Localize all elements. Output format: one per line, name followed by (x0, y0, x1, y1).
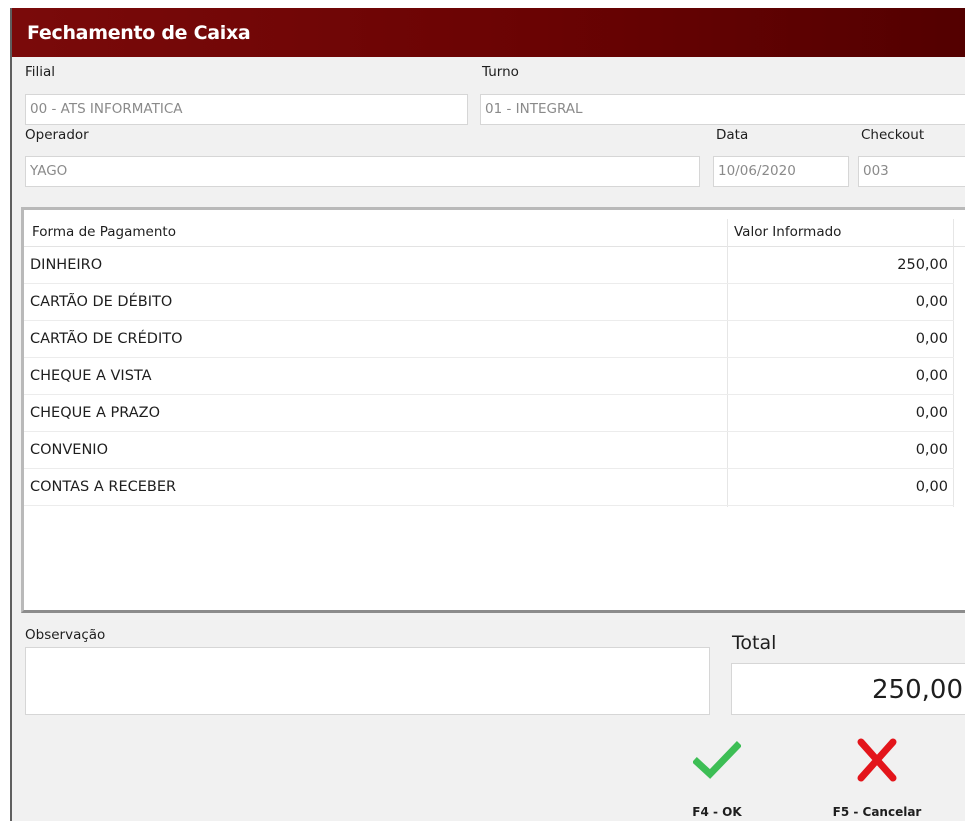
grid-header: Forma de Pagamento Valor Informado (24, 219, 965, 247)
filial-field[interactable]: 00 - ATS INFORMATICA (25, 94, 468, 125)
cancel-button[interactable]: F5 - Cancelar (822, 736, 932, 821)
table-row[interactable]: CONTAS A RECEBER 0,00 (24, 469, 954, 506)
table-row[interactable]: CHEQUE A PRAZO 0,00 (24, 395, 954, 432)
column-header-forma[interactable]: Forma de Pagamento (32, 224, 176, 240)
filial-label: Filial (25, 64, 56, 80)
table-row[interactable]: CHEQUE A VISTA 0,00 (24, 358, 954, 395)
checkout-field[interactable]: 003 (858, 156, 965, 187)
table-row[interactable]: CARTÃO DE DÉBITO 0,00 (24, 284, 954, 321)
forma-cell: CARTÃO DE DÉBITO (30, 294, 173, 310)
check-icon (693, 741, 741, 779)
window-title: Fechamento de Caixa (27, 22, 251, 44)
table-row[interactable]: CARTÃO DE CRÉDITO 0,00 (24, 321, 954, 358)
total-label: Total (732, 632, 777, 654)
observacao-label: Observação (25, 627, 106, 643)
title-bar: Fechamento de Caixa (12, 8, 965, 57)
checkout-label: Checkout (861, 127, 925, 143)
turno-label: Turno (482, 64, 519, 80)
turno-field[interactable]: 01 - INTEGRAL (480, 94, 965, 125)
valor-cell[interactable]: 0,00 (916, 331, 948, 347)
data-field[interactable]: 10/06/2020 (713, 156, 849, 187)
observacao-textarea[interactable] (25, 647, 710, 715)
valor-cell[interactable]: 0,00 (916, 294, 948, 310)
total-field: 250,00 (731, 663, 965, 715)
forma-cell: DINHEIRO (30, 257, 103, 273)
forma-cell: CONVENIO (30, 442, 109, 458)
table-row[interactable]: CONVENIO 0,00 (24, 432, 954, 469)
payment-grid[interactable]: Forma de Pagamento Valor Informado DINHE… (21, 207, 965, 613)
ok-button-label: F4 - OK (692, 805, 742, 819)
valor-cell[interactable]: 0,00 (916, 405, 948, 421)
valor-cell[interactable]: 250,00 (897, 257, 948, 273)
forma-cell: CONTAS A RECEBER (30, 479, 177, 495)
operador-field[interactable]: YAGO (25, 156, 700, 187)
forma-cell: CHEQUE A PRAZO (30, 405, 161, 421)
valor-cell[interactable]: 0,00 (916, 479, 948, 495)
data-label: Data (716, 127, 749, 143)
operador-label: Operador (25, 127, 89, 143)
table-row[interactable]: DINHEIRO 250,00 (24, 247, 954, 284)
column-header-valor[interactable]: Valor Informado (734, 224, 841, 240)
ok-button[interactable]: F4 - OK (662, 736, 772, 821)
cancel-button-label: F5 - Cancelar (832, 805, 922, 819)
fechamento-caixa-window: Fechamento de Caixa Filial 00 - ATS INFO… (10, 8, 965, 821)
forma-cell: CARTÃO DE CRÉDITO (30, 331, 183, 347)
forma-cell: CHEQUE A VISTA (30, 368, 152, 384)
valor-cell[interactable]: 0,00 (916, 368, 948, 384)
valor-cell[interactable]: 0,00 (916, 442, 948, 458)
close-icon (857, 738, 897, 782)
